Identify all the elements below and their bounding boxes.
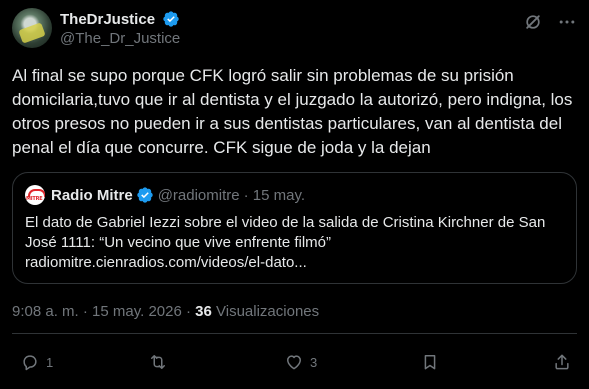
tweet: TheDrJustice @The_Dr_Justice Al final se… bbox=[0, 0, 589, 389]
divider bbox=[12, 333, 577, 334]
quoted-date: · 15 may. bbox=[243, 186, 306, 204]
tweet-timestamp[interactable]: 9:08 a. m. · 15 may. 2026 · bbox=[12, 303, 191, 320]
tweet-text: Al final se supo porque CFK logró salir … bbox=[12, 66, 573, 157]
retweet-button[interactable] bbox=[148, 348, 174, 376]
author-names: TheDrJustice @The_Dr_Justice bbox=[60, 10, 180, 48]
quoted-tweet[interactable]: Radio Mitre @radiomitre · 15 may. El dat… bbox=[12, 172, 577, 284]
avatar[interactable] bbox=[12, 8, 52, 48]
quoted-text: El dato de Gabriel Iezzi sobre el video … bbox=[25, 214, 546, 251]
quoted-author-handle: @radiomitre bbox=[157, 186, 240, 204]
tweet-meta: 9:08 a. m. · 15 may. 2026 · 36 Visualiza… bbox=[12, 303, 319, 320]
reply-count: 1 bbox=[46, 354, 54, 370]
reply-button[interactable]: 1 bbox=[20, 348, 53, 376]
radio-mitre-logo-icon bbox=[25, 185, 45, 205]
quoted-author-name: Radio Mitre bbox=[51, 186, 133, 204]
retweet-icon bbox=[151, 355, 165, 369]
grok-icon[interactable] bbox=[523, 12, 543, 32]
heart-icon bbox=[287, 355, 301, 370]
share-icon bbox=[555, 354, 569, 370]
like-count: 3 bbox=[310, 354, 318, 370]
quoted-tweet-header: Radio Mitre @radiomitre · 15 may. bbox=[25, 185, 305, 205]
verified-badge-icon bbox=[137, 187, 153, 203]
like-button[interactable]: 3 bbox=[284, 348, 317, 376]
share-button[interactable] bbox=[552, 348, 572, 376]
bookmark-icon bbox=[424, 355, 436, 370]
verified-badge-icon bbox=[162, 11, 179, 27]
action-bar: 1 3 bbox=[12, 348, 577, 376]
author-handle[interactable]: @The_Dr_Justice bbox=[60, 30, 180, 47]
tweet-header: TheDrJustice @The_Dr_Justice bbox=[12, 8, 577, 52]
quoted-text-block: El dato de Gabriel Iezzi sobre el video … bbox=[25, 213, 565, 273]
more-icon[interactable] bbox=[557, 12, 577, 32]
bookmark-button[interactable] bbox=[420, 348, 440, 376]
views-label: Visualizaciones bbox=[216, 303, 320, 320]
views-count: 36 bbox=[195, 303, 212, 320]
author-display-name[interactable]: TheDrJustice bbox=[60, 11, 155, 28]
header-actions bbox=[523, 10, 577, 34]
reply-icon bbox=[23, 355, 37, 371]
quoted-link[interactable]: radiomitre.cienradios.com/videos/el-dato… bbox=[25, 253, 565, 273]
